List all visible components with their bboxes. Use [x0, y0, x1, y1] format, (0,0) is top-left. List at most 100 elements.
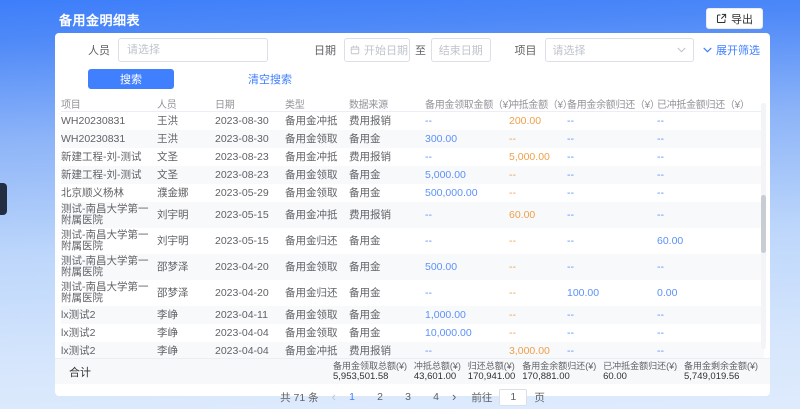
table-body: WH20230831 王洪 2023-08-30 备用金冲抵 费用报销 -- 2… — [61, 112, 764, 358]
table-row: WH20230831 王洪 2023-08-30 备用金领取 备用金 300.0… — [61, 130, 764, 148]
sidebar-collapsed-handle[interactable] — [0, 183, 7, 215]
column-header: 备用金领取金额（¥） — [425, 96, 509, 111]
summary-group-label: 备用金领取总额(¥) — [333, 361, 407, 371]
summary-group-label: 备用金剩余金额(¥) — [684, 361, 758, 371]
cell-received-amount: 10,000.00 — [425, 326, 509, 341]
cell-type: 备用金领取 — [285, 132, 349, 147]
cell-date: 2023-04-20 — [215, 260, 285, 275]
table-row: 新建工程-刘-测试 文圣 2023-08-23 备用金冲抵 费用报销 -- 5,… — [61, 148, 764, 166]
cell-source: 备用金 — [349, 308, 425, 323]
table-header: 项目人员日期类型数据来源备用金领取金额（¥）冲抵金额（¥）备用金余额归还（¥）已… — [61, 95, 764, 112]
cell-person: 濮金娜 — [157, 186, 215, 201]
cell-received-amount: -- — [425, 344, 509, 359]
cell-balance-return-amount: -- — [567, 168, 657, 183]
goto-page-unit: 页 — [534, 390, 545, 405]
summary-group-value: 170,881.00 — [522, 372, 596, 382]
cell-project: 北京顺义杨林 — [61, 186, 157, 201]
cell-date: 2023-04-04 — [215, 344, 285, 359]
summary-group-value: 170,941.00 — [468, 372, 516, 382]
export-icon — [716, 13, 727, 24]
prev-page-button[interactable]: ‹ — [330, 390, 338, 404]
page-number-button[interactable]: 4 — [429, 391, 443, 403]
cell-date: 2023-05-15 — [215, 234, 285, 249]
summary-group-value: 5,953,501.58 — [333, 372, 407, 382]
cell-offset-amount: -- — [509, 260, 567, 275]
cell-offset-return-amount: 60.00 — [657, 234, 753, 249]
cell-date: 2023-08-23 — [215, 150, 285, 165]
export-button[interactable]: 导出 — [706, 8, 763, 29]
date-range-separator: 至 — [415, 42, 426, 58]
cell-offset-amount: 3,000.00 — [509, 344, 567, 359]
cell-offset-return-amount: -- — [657, 208, 753, 223]
cell-offset-return-amount: -- — [657, 168, 753, 183]
cell-offset-amount: -- — [509, 168, 567, 183]
cell-type: 备用金领取 — [285, 308, 349, 323]
cell-date: 2023-08-23 — [215, 168, 285, 183]
cell-offset-amount: 60.00 — [509, 208, 567, 223]
next-page-button[interactable]: › — [450, 390, 458, 404]
end-date-placeholder: 结束日期 — [439, 42, 483, 58]
cell-project: 测试-南昌大学第一附属医院 — [61, 280, 157, 306]
cell-type: 备用金冲抵 — [285, 208, 349, 223]
cell-received-amount: 1,000.00 — [425, 308, 509, 323]
cell-type: 备用金归还 — [285, 234, 349, 249]
goto-page-input[interactable] — [499, 389, 527, 406]
page-title: 备用金明细表 — [59, 10, 140, 29]
search-button[interactable]: 搜索 — [88, 69, 174, 89]
summary-groups: 备用金领取总额(¥) 5,953,501.58 冲抵总额(¥) 43,601.0… — [333, 361, 758, 382]
cell-offset-return-amount: 0.00 — [657, 286, 753, 301]
summary-row: 合计 备用金领取总额(¥) 5,953,501.58 冲抵总额(¥) 43,60… — [55, 358, 770, 384]
scrollbar-thumb[interactable] — [761, 195, 766, 253]
page-number-button[interactable]: 3 — [401, 391, 415, 403]
cell-balance-return-amount: -- — [567, 326, 657, 341]
cell-person: 文圣 — [157, 168, 215, 183]
content-card: 人员 日期 开始日期 至 结束日期 项目 请选择 — [55, 33, 770, 396]
pagination: 共 71 条 ‹ 1234 › 前往 页 — [55, 388, 770, 406]
start-date-placeholder: 开始日期 — [364, 42, 408, 58]
table-row: lx测试2 李峥 2023-04-11 备用金领取 备用金 1,000.00 -… — [61, 306, 764, 324]
summary-group: 备用金领取总额(¥) 5,953,501.58 — [333, 361, 407, 382]
summary-group: 归还总额(¥) 170,941.00 — [468, 361, 516, 382]
summary-group-label: 归还总额(¥) — [468, 361, 516, 371]
cell-balance-return-amount: -- — [567, 234, 657, 249]
column-header: 数据来源 — [349, 96, 425, 111]
summary-group-label: 已冲抵金额归还(¥) — [603, 361, 677, 371]
clear-search-link[interactable]: 清空搜索 — [248, 71, 292, 87]
cell-person: 刘宇明 — [157, 234, 215, 249]
cell-offset-amount: -- — [509, 326, 567, 341]
table-row: 测试-南昌大学第一附属医院 邵梦泽 2023-04-20 备用金归还 备用金 -… — [61, 280, 764, 306]
cell-offset-amount: -- — [509, 308, 567, 323]
cell-date: 2023-04-04 — [215, 326, 285, 341]
cell-offset-return-amount: -- — [657, 308, 753, 323]
cell-offset-amount: -- — [509, 234, 567, 249]
cell-received-amount: 300.00 — [425, 132, 509, 147]
project-filter-select[interactable]: 请选择 — [545, 38, 694, 62]
project-select-placeholder: 请选择 — [553, 42, 586, 58]
start-date-input[interactable]: 开始日期 — [344, 38, 410, 62]
cell-type: 备用金冲抵 — [285, 150, 349, 165]
cell-offset-return-amount: -- — [657, 132, 753, 147]
cell-balance-return-amount: -- — [567, 260, 657, 275]
cell-project: lx测试2 — [61, 326, 157, 341]
expand-filter-label: 展开筛选 — [716, 42, 760, 58]
table-scrollbar[interactable] — [761, 103, 766, 349]
person-filter-input[interactable] — [118, 38, 268, 62]
expand-filter-button[interactable]: 展开筛选 — [703, 42, 760, 58]
cell-project: 新建工程-刘-测试 — [61, 150, 157, 165]
column-header: 日期 — [215, 96, 285, 111]
summary-group-label: 冲抵总额(¥) — [414, 361, 461, 371]
end-date-input[interactable]: 结束日期 — [431, 38, 491, 62]
page-number-button[interactable]: 1 — [345, 391, 359, 403]
cell-person: 李峥 — [157, 326, 215, 341]
summary-group: 备用金剩余金额(¥) 5,749,019.56 — [684, 361, 758, 382]
cell-offset-return-amount: -- — [657, 344, 753, 359]
page-number-list: 1 2 3 4 — [345, 391, 443, 403]
page-background: 备用金明细表 导出 人员 日期 开始日期 至 — [0, 0, 800, 409]
cell-date: 2023-05-15 — [215, 208, 285, 223]
cell-project: lx测试2 — [61, 344, 157, 359]
page-number-button[interactable]: 2 — [373, 391, 387, 403]
cell-project: WH20230831 — [61, 132, 157, 147]
cell-balance-return-amount: -- — [567, 150, 657, 165]
summary-group-value: 43,601.00 — [414, 372, 461, 382]
cell-person: 文圣 — [157, 150, 215, 165]
